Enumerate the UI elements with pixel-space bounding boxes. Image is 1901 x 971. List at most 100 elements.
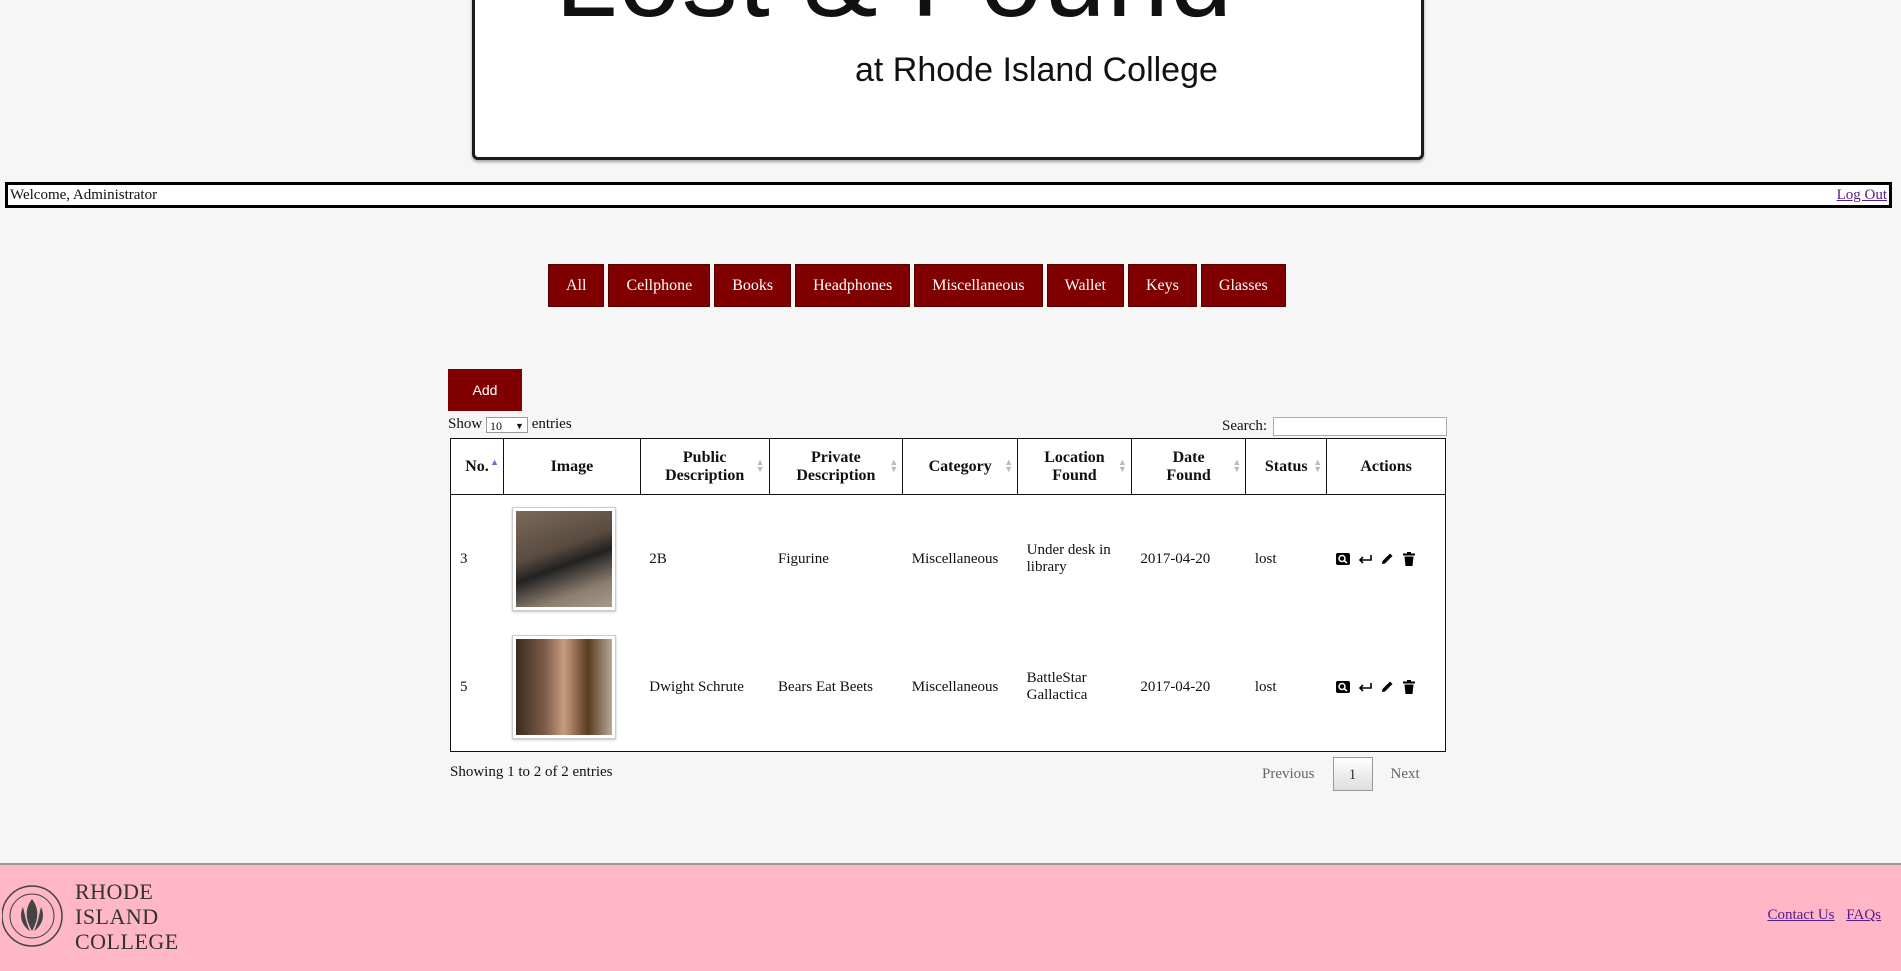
edit-icon[interactable] [1380, 680, 1395, 695]
page-1-button[interactable]: 1 [1332, 757, 1373, 791]
cell-private: Figurine [778, 550, 829, 567]
col-location-line2: Found [1052, 466, 1097, 484]
table-row: 3 2B Figurine Miscellaneous Under desk i… [451, 495, 1446, 624]
col-private-line1: Private [811, 448, 861, 466]
col-location-line1: Location [1044, 448, 1105, 466]
entries-label: entries [531, 416, 572, 432]
college-line1: RHODE [75, 879, 154, 904]
sort-asc-icon: ▲ [490, 457, 499, 467]
category-keys-button[interactable]: Keys [1128, 264, 1197, 307]
col-category-label: Category [928, 457, 992, 475]
category-nav: All Cellphone Books Headphones Miscellan… [548, 264, 1286, 307]
category-wallet-button[interactable]: Wallet [1046, 264, 1124, 307]
table-row: 5 Dwight Schrute Bears Eat Beets Miscell… [451, 623, 1446, 752]
footer-links: Contact Us FAQs [1759, 907, 1881, 924]
return-icon[interactable] [1358, 680, 1373, 695]
items-table: No. ▲ Image Public Description ▲ ▼ Private De… [450, 438, 1446, 752]
welcome-text: Welcome, Administrator [10, 187, 158, 203]
next-button[interactable]: Next [1391, 766, 1420, 783]
view-icon[interactable] [1336, 552, 1351, 567]
col-private-description[interactable]: Private Description ▲ ▼ [769, 438, 904, 495]
contact-us-link[interactable]: Contact Us [1767, 907, 1834, 923]
cell-public: Dwight Schrute [649, 678, 744, 695]
col-category[interactable]: Category ▲ ▼ [902, 438, 1019, 495]
col-no[interactable]: No. ▲ [450, 438, 504, 495]
sort-icon: ▲ ▼ [755, 457, 765, 474]
cell-category: Miscellaneous [911, 550, 999, 567]
logout-link[interactable]: Log Out [1837, 185, 1887, 205]
category-all-button[interactable]: All [548, 264, 605, 307]
col-public-line2: Description [665, 466, 745, 484]
location-line2: Gallactica [1026, 687, 1088, 703]
cell-image [503, 495, 640, 624]
location-line1: BattleStar [1026, 670, 1087, 686]
college-line2: ISLAND [75, 904, 159, 929]
item-photo [516, 511, 613, 607]
sort-icon: ▲ ▼ [1117, 457, 1127, 474]
welcome-bar: Welcome, Administrator Log Out [5, 182, 1892, 208]
cell-no: 5 [460, 678, 468, 695]
item-thumbnail[interactable] [512, 507, 617, 611]
cell-location: Under desk in library [1018, 495, 1132, 624]
col-public-line1: Public [682, 448, 727, 466]
cell-no: 3 [460, 550, 468, 567]
faqs-link[interactable]: FAQs [1846, 907, 1881, 923]
location-line2: library [1026, 559, 1067, 575]
search-label: Search: [1222, 418, 1267, 434]
cell-status: lost [1254, 550, 1277, 567]
search-input[interactable] [1273, 417, 1447, 436]
entries-select[interactable]: 10 ▼ [485, 416, 528, 433]
location-line1: Under desk in [1026, 542, 1111, 558]
sort-icon: ▲ ▼ [889, 457, 899, 474]
cell-image [503, 623, 640, 752]
cell-actions [1327, 623, 1446, 752]
col-private-line2: Description [796, 466, 876, 484]
category-books-button[interactable]: Books [714, 264, 792, 307]
search-control: Search: [1222, 417, 1447, 436]
table-info: Showing 1 to 2 of 2 entries [450, 764, 613, 780]
delete-icon[interactable] [1402, 552, 1417, 567]
cell-private: Bears Eat Beets [778, 678, 874, 695]
cell-public: 2B [649, 550, 667, 567]
edit-icon[interactable] [1380, 552, 1395, 567]
category-headphones-button[interactable]: Headphones [795, 264, 911, 307]
col-image: Image [503, 438, 641, 495]
category-glasses-button[interactable]: Glasses [1200, 264, 1286, 307]
col-location-found[interactable]: Location Found ▲ ▼ [1017, 438, 1132, 495]
col-date-found[interactable]: Date Found ▲ ▼ [1131, 438, 1247, 495]
college-seal-icon [2, 885, 63, 947]
return-icon[interactable] [1358, 552, 1373, 567]
college-name: RHODE ISLAND COLLEGE [75, 879, 179, 954]
item-photo [516, 639, 613, 735]
col-no-label: No. [465, 457, 489, 475]
add-button[interactable]: Add [448, 369, 522, 411]
col-actions-label: Actions [1360, 457, 1412, 475]
logo-subtitle: at Rhode Island College [855, 51, 1218, 89]
pagination: Previous 1 Next [1262, 757, 1420, 791]
col-actions: Actions [1326, 438, 1446, 495]
delete-icon[interactable] [1402, 680, 1417, 695]
col-image-label: Image [550, 457, 594, 475]
cell-location: BattleStar Gallactica [1018, 623, 1132, 752]
footer: RHODE ISLAND COLLEGE Contact Us FAQs [0, 863, 1901, 971]
sort-icon: ▲ ▼ [1313, 457, 1323, 474]
college-line3: COLLEGE [75, 929, 179, 954]
chevron-down-icon: ▼ [515, 420, 524, 431]
logo-title: Lost & Found [555, 0, 1233, 42]
table-header-row: No. ▲ Image Public Description ▲ ▼ Private De… [450, 438, 1446, 495]
cell-status: lost [1254, 678, 1277, 695]
sort-icon: ▲ ▼ [1004, 457, 1014, 474]
col-public-description[interactable]: Public Description ▲ ▼ [640, 438, 770, 495]
item-thumbnail[interactable] [512, 635, 617, 739]
cell-actions [1327, 495, 1446, 624]
col-date-line1: Date [1172, 448, 1205, 466]
header-logo: Lost & Found at Rhode Island College [472, 0, 1424, 160]
view-icon[interactable] [1336, 680, 1351, 695]
category-cellphone-button[interactable]: Cellphone [608, 264, 711, 307]
category-miscellaneous-button[interactable]: Miscellaneous [914, 264, 1043, 307]
cell-category: Miscellaneous [911, 678, 999, 695]
col-status-label: Status [1264, 457, 1308, 475]
col-status[interactable]: Status ▲ ▼ [1245, 438, 1328, 495]
previous-button[interactable]: Previous [1262, 766, 1315, 783]
show-label: Show [448, 416, 483, 432]
